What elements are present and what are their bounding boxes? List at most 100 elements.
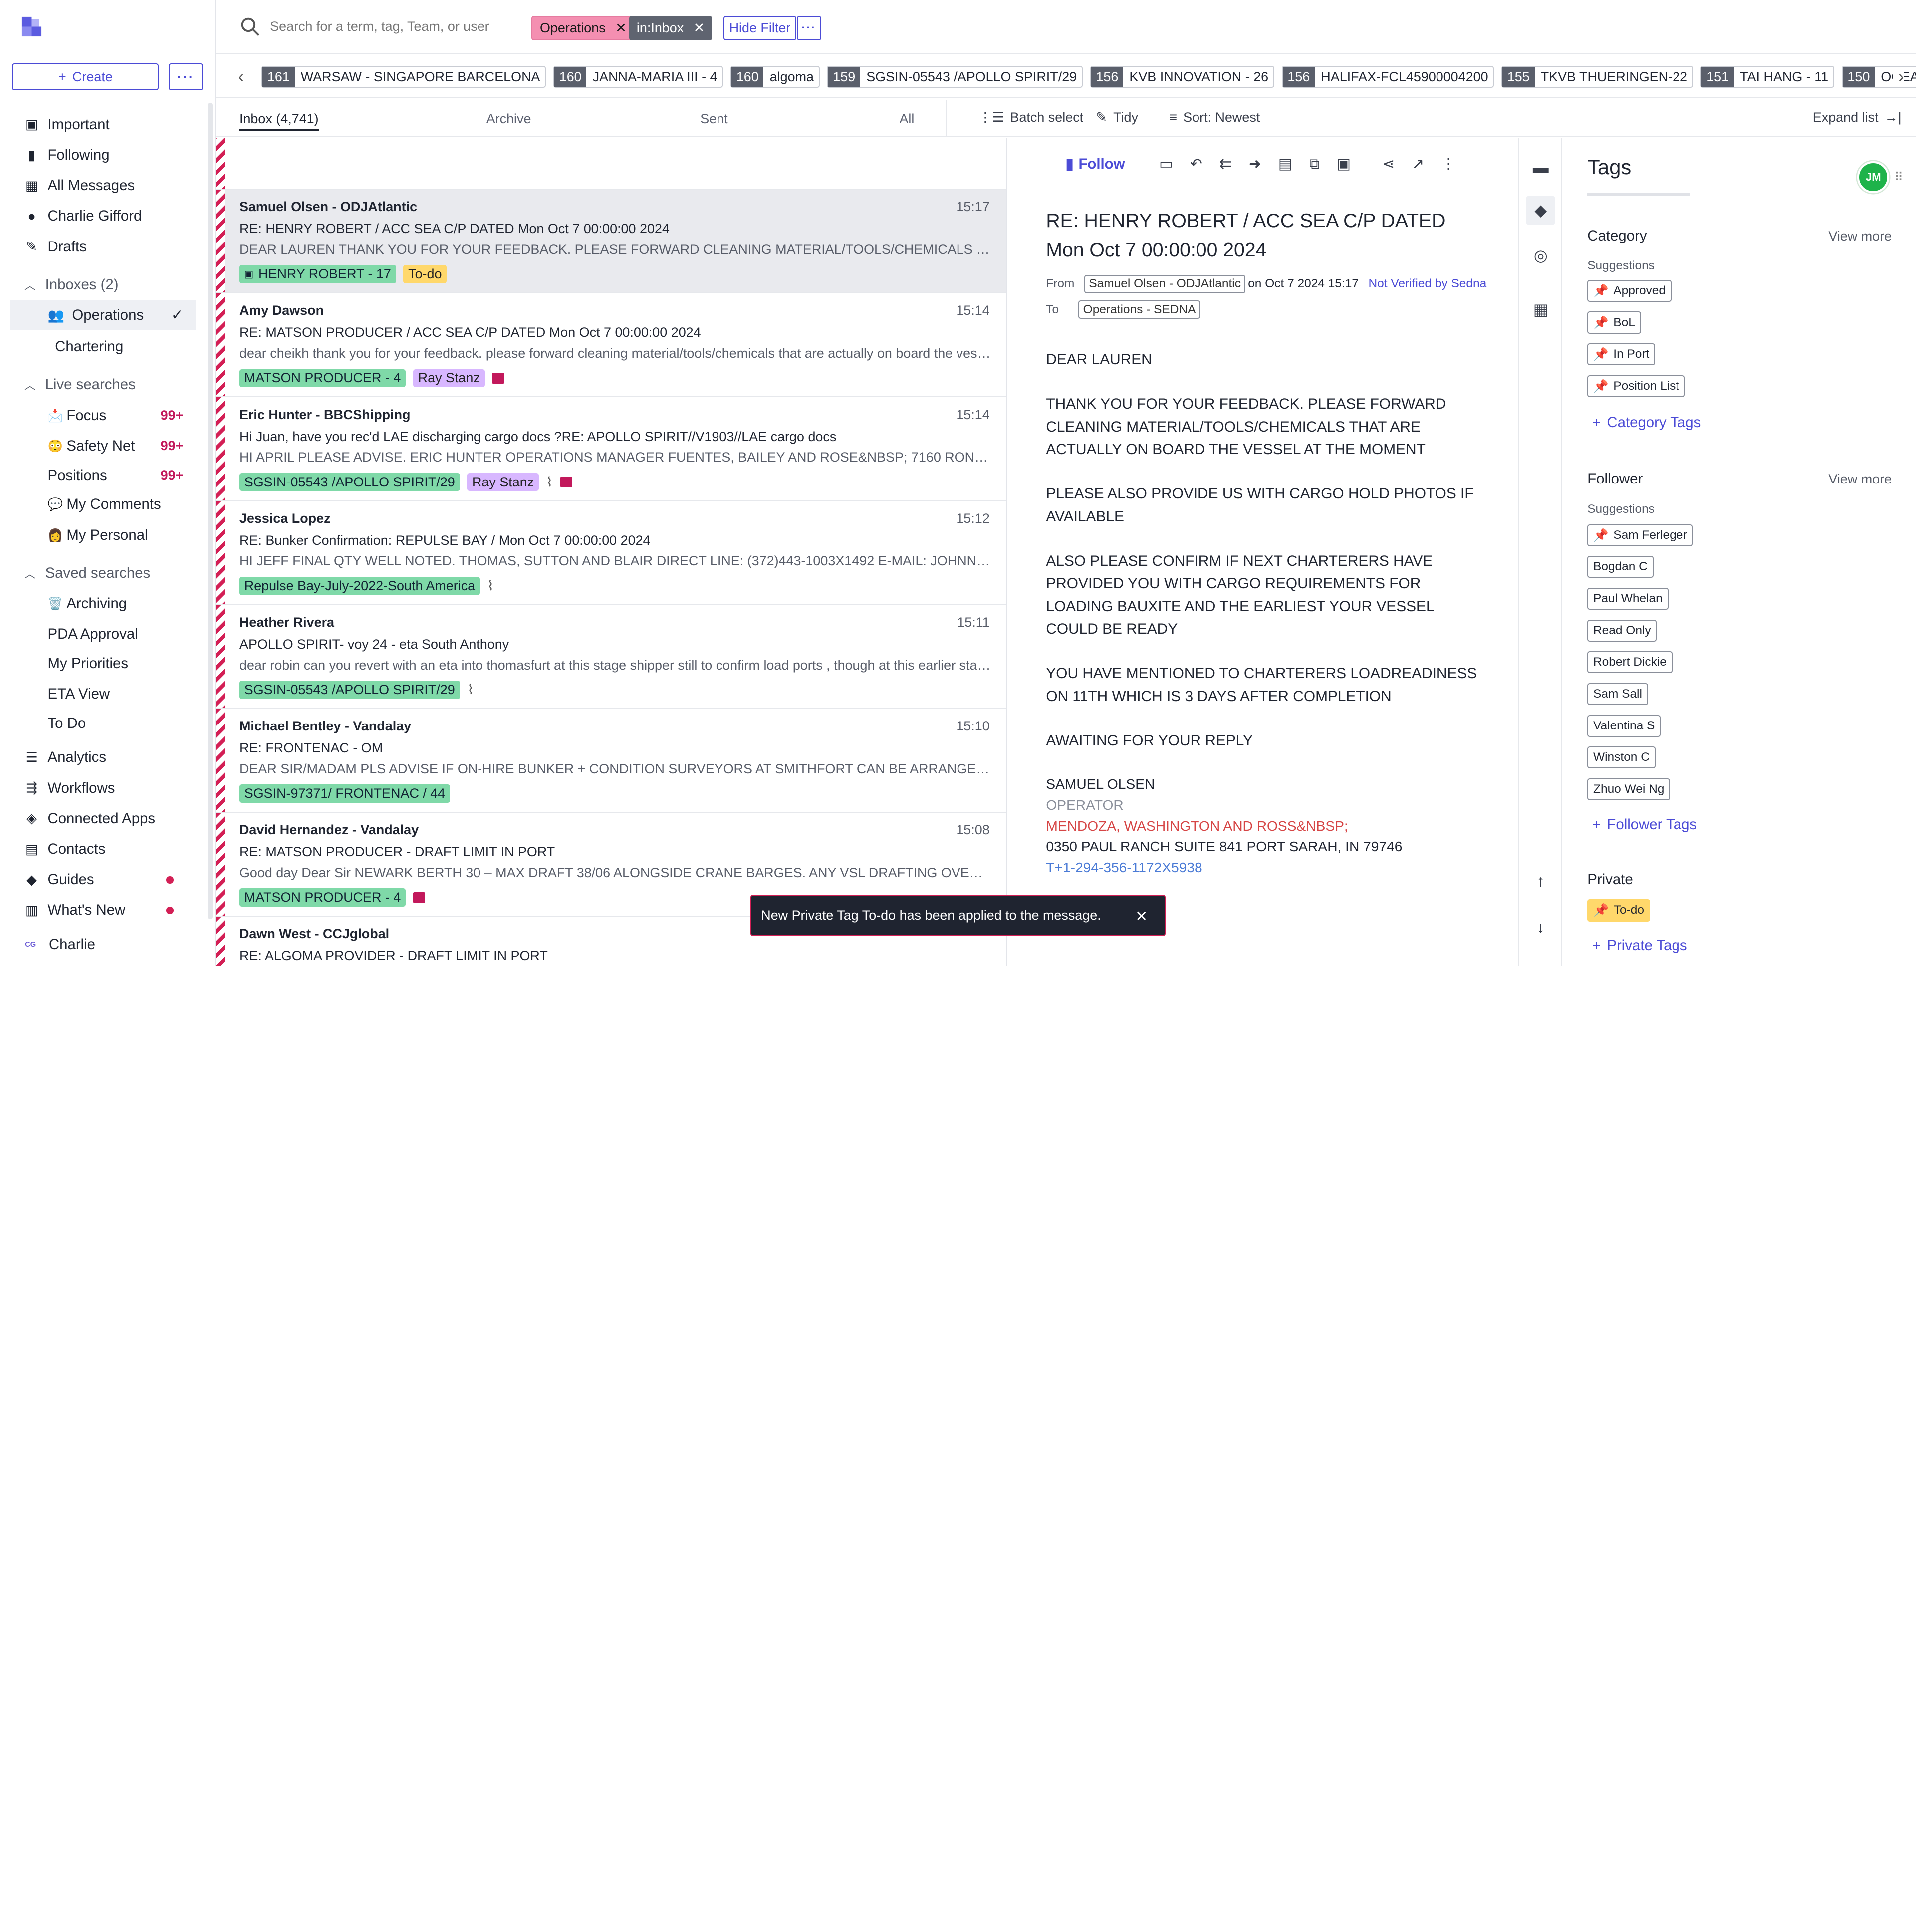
message-row[interactable]: Amy Dawson 15:14 RE: MATSON PRODUCER / ACC… (216, 293, 1006, 397)
sidebar-item-chartering[interactable]: Chartering (0, 332, 205, 362)
message-row[interactable]: Heather Rivera 15:11 APOLLO SPIRIT- voy 24… (216, 605, 1006, 709)
sidebar-item-analytics[interactable]: ☰ Analytics (0, 743, 205, 772)
follower-tag[interactable]: Zhuo Wei Ng (1587, 778, 1671, 801)
reply-all-icon[interactable]: ⇇ (1219, 155, 1232, 173)
reply-icon[interactable]: ↶ (1190, 155, 1202, 173)
sidebar-item-focus[interactable]: 📩 Focus 99+ (0, 401, 205, 430)
tag-approved[interactable]: 📌 Approved (1587, 279, 1672, 302)
sidebar-item-safety-net[interactable]: 😳 Safety Net 99+ (0, 431, 205, 461)
tab-sent[interactable]: Sent (700, 111, 727, 127)
vessel-tag[interactable]: 156 HALIFAX-FCL45900004200 (1281, 66, 1494, 88)
sender-pill[interactable]: Samuel Olsen - ODJAtlantic (1084, 275, 1246, 293)
follow-button[interactable]: ▮ Follow (1066, 155, 1125, 173)
message-tag[interactable]: Repulse Bay-July-2022-South America (239, 576, 480, 595)
more-options-button[interactable]: ··· (168, 63, 203, 91)
sidebar-item-workflows[interactable]: ⇶ Workflows (0, 773, 205, 803)
tag-position-list[interactable]: 📌 Position List (1587, 375, 1685, 397)
close-icon[interactable]: ✕ (694, 20, 705, 36)
follower-tag[interactable]: Winston C (1587, 746, 1656, 769)
message-row[interactable]: Samuel Olsen - ODJAtlantic 15:17 RE: HENRY… (216, 189, 1006, 293)
message-tag[interactable]: Ray Stanz (413, 369, 485, 388)
message-row[interactable]: Eric Hunter - BBCShipping 15:14 Hi Juan, h… (216, 397, 1006, 501)
sidebar-item-my-priorities[interactable]: My Priorities (0, 649, 205, 678)
sidebar-item-important[interactable]: ▣ Important (0, 110, 205, 139)
follower-tag[interactable]: Valentina S (1587, 715, 1661, 737)
verification-status[interactable]: Not Verified by Sedna (1369, 277, 1487, 291)
message-tag[interactable]: MATSON PRODUCER - 4 (239, 888, 406, 907)
user-avatar-jm[interactable]: JM (1857, 161, 1890, 193)
follower-tag[interactable]: Paul Whelan (1587, 587, 1669, 610)
filter-chip-operations[interactable]: Operations ✕ (531, 15, 635, 40)
tag-in-port[interactable]: 📌 In Port (1587, 343, 1656, 366)
arrow-down-icon[interactable]: ↓ (1531, 918, 1550, 937)
follower-tag[interactable]: Bogdan C (1587, 556, 1654, 578)
inboxes-header[interactable]: ︿ Inboxes (2) (0, 271, 208, 298)
sidebar-item-guides[interactable]: ◆ Guides (0, 865, 205, 895)
create-button[interactable]: + Create (12, 63, 159, 91)
forward-icon[interactable]: ➜ (1249, 155, 1261, 173)
add-private-tags[interactable]: + Private Tags (1592, 937, 1687, 954)
drag-handle-icon[interactable]: ⠿ (1894, 170, 1903, 185)
category-view-more[interactable]: View more (1828, 229, 1892, 244)
sidebar-item-connected-apps[interactable]: ◈ Connected Apps (0, 804, 205, 833)
copy-icon[interactable]: ⧉ (1309, 156, 1320, 173)
archive-icon[interactable]: ▭ (1159, 155, 1173, 173)
chevron-left-icon[interactable]: ‹ (239, 67, 244, 87)
message-tag[interactable]: Ray Stanz (467, 473, 539, 491)
saved-searches-header[interactable]: ︿ Saved searches (0, 560, 208, 587)
comments-icon[interactable]: ▬ (1531, 158, 1550, 177)
vessel-tag[interactable]: 150OCEAN BLESSI (1841, 66, 1916, 88)
live-searches-header[interactable]: ︿ Live searches (0, 371, 208, 398)
sidebar-item-to-do[interactable]: To Do (0, 709, 205, 738)
follower-view-more[interactable]: View more (1828, 472, 1892, 487)
vessel-tag[interactable]: 161 WARSAW - SINGAPORE BARCELONA (261, 66, 546, 88)
sidebar-item-positions[interactable]: Positions 99+ (0, 461, 205, 490)
tab-archive[interactable]: Archive (486, 111, 531, 127)
sidebar-item-my-personal[interactable]: 👩 My Personal (0, 520, 205, 550)
arrow-up-icon[interactable]: ↑ (1531, 871, 1550, 891)
more-options-button[interactable]: ··· (796, 15, 821, 40)
follower-tag[interactable]: 📌 Sam Ferleger (1587, 524, 1693, 546)
more-vertical-icon[interactable]: ⋮ (1441, 155, 1455, 173)
sidebar-item-following[interactable]: ▮ Following (0, 141, 205, 170)
message-row[interactable]: good day dear sir please send us an invo… (216, 138, 1006, 190)
app-logo[interactable] (19, 14, 46, 41)
search-input[interactable] (270, 14, 515, 39)
tag-icon[interactable]: ◆ (1526, 195, 1556, 225)
tag-to-do[interactable]: 📌 To-do (1587, 899, 1651, 922)
sidebar-item-drafts[interactable]: ✎ Drafts (0, 232, 205, 261)
sidebar-item-whats-new[interactable]: ▥ What's New (0, 896, 205, 925)
sidebar-item-all-messages[interactable]: ▦ All Messages (0, 171, 205, 201)
message-tag[interactable]: ▣ HENRY ROBERT - 17 (239, 265, 396, 284)
close-icon[interactable]: ✕ (1135, 908, 1148, 925)
message-tag[interactable]: SGSIN-97371/ FRONTENAC / 44 (239, 784, 451, 803)
sidebar-item-pda-approval[interactable]: PDA Approval (0, 620, 205, 649)
user-profile[interactable]: CG Charlie (22, 936, 95, 953)
tab-all[interactable]: All (899, 111, 914, 127)
vessel-tag[interactable]: 160 JANNA-MARIA III - 4 (553, 66, 723, 88)
follower-tag[interactable]: Read Only (1587, 619, 1657, 642)
close-icon[interactable]: ✕ (615, 20, 627, 36)
split-icon[interactable]: ▤ (1278, 155, 1292, 173)
chevron-right-icon[interactable]: › (1893, 67, 1904, 87)
add-follower-tags[interactable]: + Follower Tags (1592, 816, 1697, 833)
filter-chip-inbox[interactable]: in:Inbox ✕ (629, 15, 713, 40)
sidebar-item-operations[interactable]: 👥 Operations ✓ (9, 300, 196, 330)
tab-inbox[interactable]: Inbox (4,741) (239, 111, 319, 131)
sidebar-item-eta-view[interactable]: ETA View (0, 680, 205, 709)
vessel-tag[interactable]: 156 KVB INNOVATION - 26 (1090, 66, 1274, 88)
calendar-icon[interactable]: ▦ (1531, 299, 1550, 319)
message-tag[interactable]: SGSIN-05543 /APOLLO SPIRIT/29 (239, 681, 460, 699)
signature-phone[interactable]: T+1-294-356-1172X5938 (1046, 857, 1486, 878)
follower-tag[interactable]: Robert Dickie (1587, 651, 1673, 674)
share-icon[interactable]: ⋖ (1383, 155, 1395, 173)
vessel-tag[interactable]: 159 SGSIN-05543 /APOLLO SPIRIT/29 (827, 66, 1083, 88)
message-tag[interactable]: To-do (403, 265, 447, 284)
tag-bol[interactable]: 📌 BoL (1587, 311, 1641, 334)
message-tag[interactable]: SGSIN-05543 /APOLLO SPIRIT/29 (239, 473, 460, 491)
sidebar-item-archiving[interactable]: 🗑️ Archiving (0, 589, 205, 618)
expand-list-button[interactable]: Expand list →| (1813, 110, 1902, 125)
sidebar-item-my-comments[interactable]: 💬 My Comments (0, 490, 205, 519)
vessel-tag[interactable]: 151 TAI HANG - 11 (1700, 66, 1834, 88)
hide-filter-button[interactable]: Hide Filter (723, 15, 797, 40)
